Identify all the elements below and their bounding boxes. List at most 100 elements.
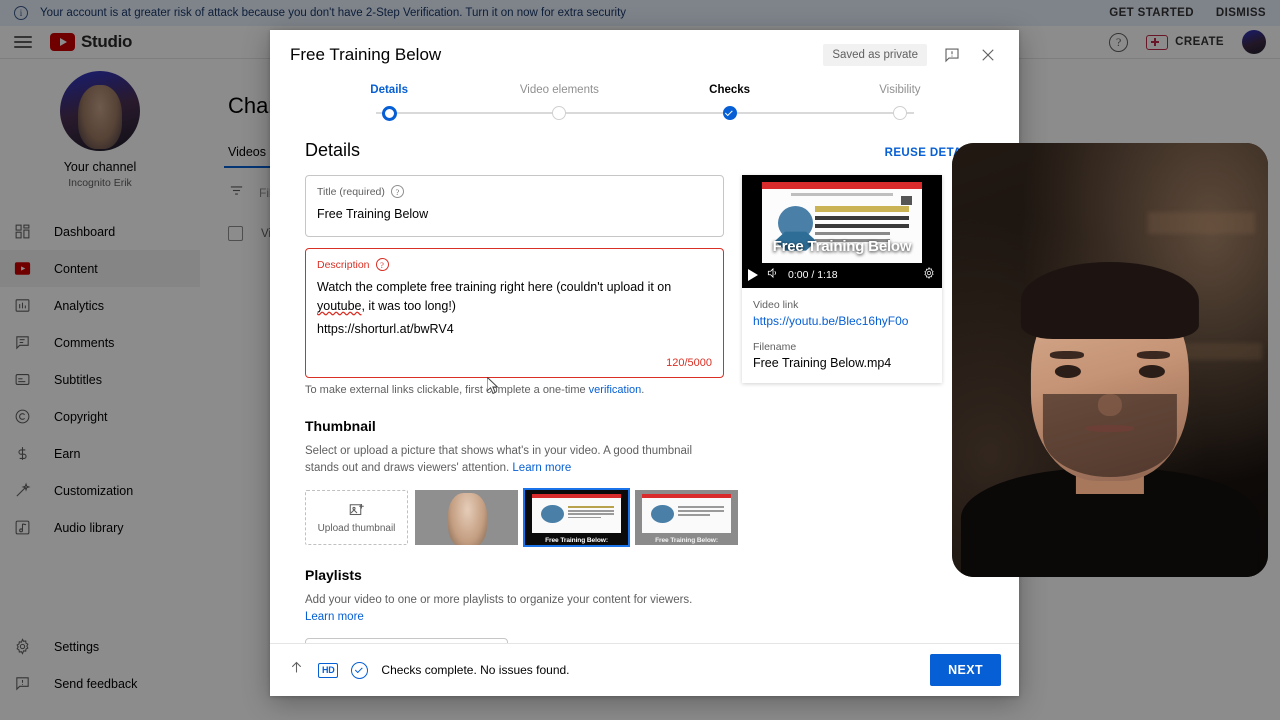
channel-avatar xyxy=(60,71,140,151)
sidebar-bottom-nav: Settings Send feedback xyxy=(0,628,200,702)
step-dot-checks[interactable] xyxy=(722,106,737,120)
play-icon[interactable] xyxy=(748,269,758,281)
sidebar-item-label: Dashboard xyxy=(54,224,116,239)
title-field-value: Free Training Below xyxy=(317,207,429,221)
step-dot-visibility[interactable] xyxy=(892,106,907,120)
sidebar-item-dashboard[interactable]: Dashboard xyxy=(0,213,200,250)
hd-badge: HD xyxy=(318,662,339,678)
step-label-checks[interactable]: Checks xyxy=(645,84,815,96)
description-misspelled-word: youtube xyxy=(317,298,362,313)
sidebar-item-content[interactable]: Content xyxy=(0,250,200,287)
dialog-title: Free Training Below xyxy=(290,45,442,64)
playlists-description-text: Add your video to one or more playlists … xyxy=(305,593,693,606)
sidebar-item-send-feedback[interactable]: Send feedback xyxy=(0,665,200,702)
earn-dollar-icon xyxy=(12,444,32,464)
step-label-video-elements[interactable]: Video elements xyxy=(474,84,644,96)
feedback-icon xyxy=(12,674,32,694)
info-icon: i xyxy=(14,6,28,20)
settings-gear-icon[interactable] xyxy=(922,266,936,285)
next-button[interactable]: NEXT xyxy=(930,654,1001,686)
thumbnail-description: Select or upload a picture that shows wh… xyxy=(305,443,724,478)
dialog-body: Details REUSE DETAILS Title (required) ?… xyxy=(270,124,1019,643)
thumbnail-caption: Free Training Below: xyxy=(545,536,608,544)
description-field-label: Description xyxy=(317,258,370,271)
sidebar-item-earn[interactable]: Earn xyxy=(0,435,200,472)
video-preview-card: Free Training Below 0:00 / 1:18 Video li… xyxy=(742,175,942,383)
thumbnail-learn-more-link[interactable]: Learn more xyxy=(512,462,571,474)
dismiss-button[interactable]: DISMISS xyxy=(1216,7,1266,19)
channel-block[interactable]: Your channel Incognito Erik xyxy=(0,59,200,199)
select-all-checkbox[interactable] xyxy=(228,226,243,241)
video-link[interactable]: https://youtu.be/Blec16hyF0o xyxy=(753,314,931,328)
upload-thumbnail-label: Upload thumbnail xyxy=(317,522,396,534)
description-line-1b: , it was too long!) xyxy=(361,298,456,313)
studio-logo[interactable]: Studio xyxy=(50,32,132,52)
sidebar-nav-list: Dashboard Content Analytics Comments Sub… xyxy=(0,213,200,546)
thumbnail-caption: Free Training Below: xyxy=(655,536,718,544)
upload-thumbnail-button[interactable]: Upload thumbnail xyxy=(305,489,408,545)
youtube-play-icon xyxy=(50,33,75,51)
verification-link[interactable]: verification xyxy=(589,384,642,396)
gear-icon xyxy=(12,637,32,657)
sidebar-item-label: Comments xyxy=(54,335,115,350)
thumbnail-options: Upload thumbnail Free Training Below: Fr… xyxy=(305,487,738,547)
playlist-select[interactable]: Select xyxy=(305,638,508,643)
sidebar-item-subtitles[interactable]: Subtitles xyxy=(0,361,200,398)
sidebar-item-analytics[interactable]: Analytics xyxy=(0,287,200,324)
playlists-learn-more-link[interactable]: Learn more xyxy=(305,611,364,623)
step-label-details[interactable]: Details xyxy=(304,84,474,96)
upload-stepper: Details Video elements Checks Visibility xyxy=(270,80,1019,124)
sidebar-item-label: Settings xyxy=(54,639,100,654)
sidebar-item-copyright[interactable]: Copyright xyxy=(0,398,200,435)
thumbnail-auto-option-1[interactable] xyxy=(415,489,518,545)
create-label: CREATE xyxy=(1175,36,1224,48)
video-time: 0:00 / 1:18 xyxy=(788,269,838,281)
verification-helper-prefix: To make external links clickable, first … xyxy=(305,384,589,396)
sidebar-item-label: Earn xyxy=(54,446,81,461)
account-avatar[interactable] xyxy=(1242,30,1266,54)
dashboard-icon xyxy=(12,222,32,242)
sidebar-item-settings[interactable]: Settings xyxy=(0,628,200,665)
thumbnail-auto-option-2-selected[interactable]: Free Training Below: xyxy=(523,487,630,547)
sidebar-item-comments[interactable]: Comments xyxy=(0,324,200,361)
help-circle-icon[interactable]: ? xyxy=(390,185,404,198)
thumbnail-heading: Thumbnail xyxy=(305,418,376,434)
thumbnail-auto-option-3[interactable]: Free Training Below: xyxy=(635,489,738,545)
copyright-icon xyxy=(12,407,32,427)
playlists-heading: Playlists xyxy=(305,566,362,583)
customization-wand-icon xyxy=(12,481,32,501)
filter-icon[interactable] xyxy=(228,182,245,204)
verification-helper-text: To make external links clickable, first … xyxy=(305,384,724,396)
sidebar-item-label: Subtitles xyxy=(54,372,102,387)
studio-sidebar: Your channel Incognito Erik Dashboard Co… xyxy=(0,59,200,720)
create-button[interactable]: CREATE xyxy=(1146,34,1224,50)
step-dot-details[interactable] xyxy=(381,105,397,121)
create-plus-icon xyxy=(1146,34,1169,50)
subtitles-icon xyxy=(12,370,32,390)
step-label-visibility[interactable]: Visibility xyxy=(815,84,985,96)
menu-hamburger-icon[interactable] xyxy=(14,36,32,48)
tab-videos[interactable]: Videos xyxy=(224,145,270,168)
close-icon[interactable] xyxy=(977,44,999,66)
help-circle-icon[interactable]: ? xyxy=(375,258,389,271)
description-field[interactable]: Description ? Watch the complete free tr… xyxy=(305,248,724,378)
video-player[interactable]: Free Training Below 0:00 / 1:18 xyxy=(742,175,942,288)
sidebar-item-customization[interactable]: Customization xyxy=(0,472,200,509)
help-icon[interactable]: ? xyxy=(1109,32,1129,52)
feedback-icon[interactable] xyxy=(941,44,963,66)
dialog-footer: HD Checks complete. No issues found. NEX… xyxy=(270,643,1019,696)
volume-icon[interactable] xyxy=(766,266,780,285)
step-dot-video-elements[interactable] xyxy=(552,106,567,120)
image-upload-icon xyxy=(349,503,364,515)
get-started-button[interactable]: GET STARTED xyxy=(1109,7,1194,19)
channel-name-label: Incognito Erik xyxy=(68,177,132,189)
sidebar-item-label: Content xyxy=(54,261,98,276)
status-badge: Saved as private xyxy=(823,44,927,66)
title-field[interactable]: Title (required) ? Free Training Below xyxy=(305,175,724,237)
check-circle-icon xyxy=(351,661,369,679)
dialog-header: Free Training Below Saved as private xyxy=(270,30,1019,80)
sidebar-item-audio-library[interactable]: Audio library xyxy=(0,509,200,546)
video-link-label: Video link xyxy=(753,299,799,311)
comments-icon xyxy=(12,333,32,353)
upload-icon xyxy=(288,659,305,681)
